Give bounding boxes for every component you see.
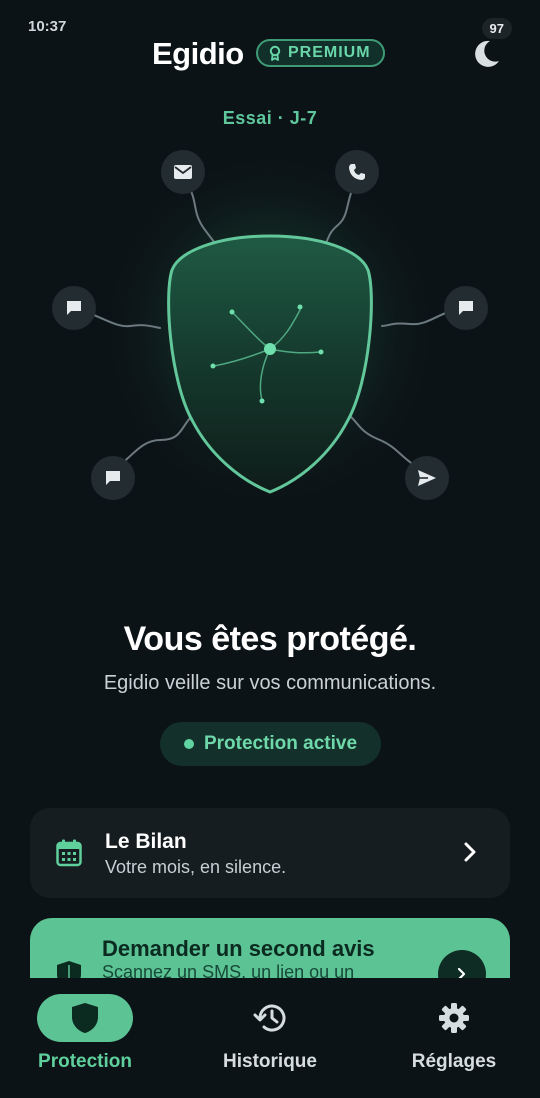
second-opinion-title: Demander un second avis bbox=[102, 936, 375, 961]
chevron-right-icon bbox=[464, 842, 476, 862]
status-pill-label: Protection active bbox=[203, 733, 358, 754]
bilan-title: Le Bilan bbox=[105, 830, 187, 853]
nav-settings-label: Réglages bbox=[411, 1051, 497, 1072]
nav-history-label: Historique bbox=[223, 1051, 317, 1072]
chat-icon bbox=[67, 301, 81, 315]
premium-badge: PREMIUM bbox=[256, 39, 385, 67]
history-icon bbox=[253, 1004, 286, 1032]
trial-label: Essai · J-7 bbox=[222, 108, 318, 128]
bilan-card[interactable]: Le Bilan Votre mois, en silence. bbox=[30, 808, 510, 898]
gear-icon bbox=[439, 1003, 469, 1033]
phone-node bbox=[335, 150, 379, 194]
shield-art bbox=[73, 150, 467, 510]
nav-protection-label: Protection bbox=[38, 1051, 132, 1072]
status-dot bbox=[183, 739, 194, 749]
moon-icon[interactable] bbox=[468, 36, 504, 72]
chat-node-right bbox=[444, 286, 488, 330]
nav-protection-indicator bbox=[37, 994, 133, 1042]
award-icon bbox=[269, 45, 281, 61]
calendar-icon bbox=[56, 839, 82, 867]
mail-icon bbox=[174, 165, 192, 179]
shield-illustration bbox=[0, 140, 540, 520]
hero-title: Vous êtes protégé. bbox=[123, 620, 417, 658]
nav-protection[interactable]: Protection bbox=[5, 994, 165, 1094]
chat-node-left bbox=[52, 286, 96, 330]
send-node bbox=[405, 456, 449, 500]
status-time: 10:37 bbox=[28, 18, 67, 35]
app-header: Egidio PREMIUM bbox=[0, 34, 540, 78]
chat-node-bottom bbox=[91, 456, 135, 500]
bottom-navigation: Protection Historique Réglages bbox=[0, 978, 540, 1098]
bilan-subtitle: Votre mois, en silence. bbox=[105, 857, 287, 877]
premium-badge-label: PREMIUM bbox=[288, 44, 371, 61]
protection-status-pill: Protection active bbox=[160, 722, 381, 766]
mail-node bbox=[161, 150, 205, 194]
nav-history[interactable]: Historique bbox=[190, 994, 350, 1094]
send-icon bbox=[418, 470, 436, 486]
nav-settings[interactable]: Réglages bbox=[374, 994, 534, 1094]
hero-subtitle: Egidio veille sur vos communications. bbox=[103, 672, 437, 694]
chat-icon bbox=[459, 301, 473, 315]
app-title: Egidio bbox=[152, 36, 244, 71]
shield-icon bbox=[72, 1003, 98, 1033]
chat-icon bbox=[106, 471, 120, 485]
phone-icon bbox=[349, 164, 365, 180]
